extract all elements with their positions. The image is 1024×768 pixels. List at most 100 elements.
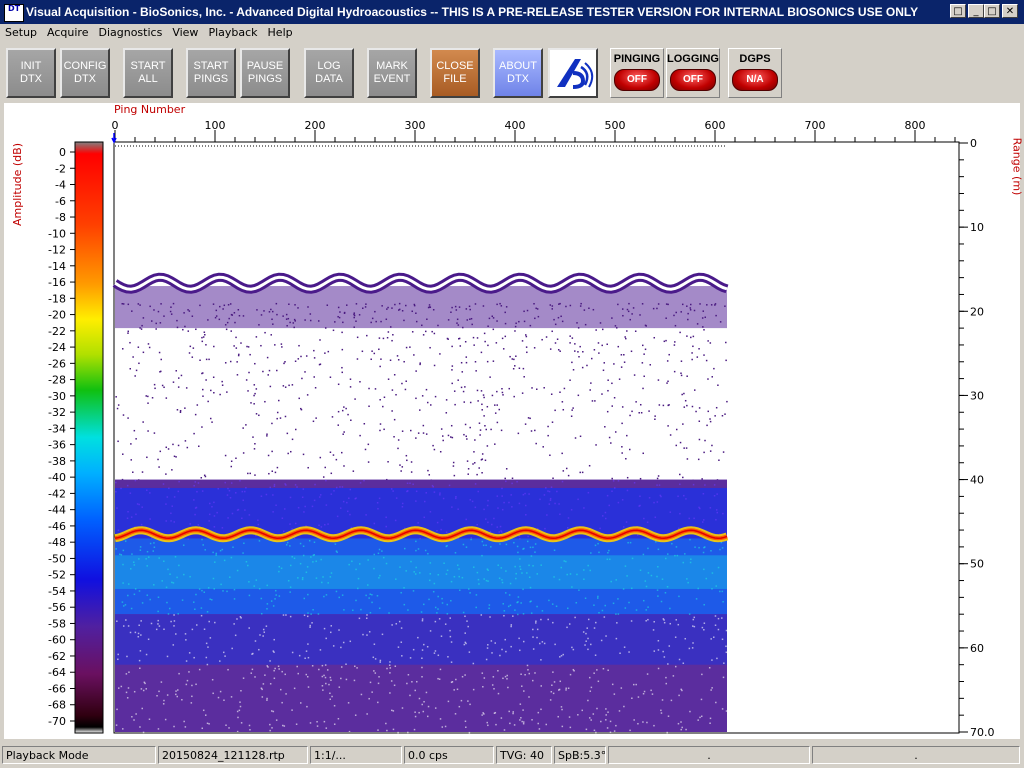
water-column-scatter [147, 343, 150, 345]
water-column-scatter [282, 385, 285, 387]
water-column-scatter [579, 345, 581, 348]
water-column-scatter [696, 323, 699, 325]
water-column-scatter [549, 304, 552, 306]
water-column-scatter [690, 303, 692, 306]
water-column-scatter [264, 331, 266, 334]
bottom-speckle [446, 603, 449, 606]
bottom-speckle [349, 640, 352, 643]
bottom-speckle [469, 703, 471, 706]
bottom-speckle [560, 566, 563, 569]
bottom-speckle [153, 584, 155, 586]
water-column-scatter [691, 405, 694, 408]
water-column-scatter [205, 379, 207, 381]
bottom-speckle [371, 594, 373, 596]
bottom-speckle [252, 652, 254, 655]
water-column-scatter [337, 306, 340, 309]
bottom-speckle [677, 527, 680, 530]
water-column-scatter [281, 346, 283, 348]
bottom-speckle [181, 698, 183, 701]
water-column-scatter [253, 403, 255, 405]
bottom-speckle [280, 567, 283, 570]
bottom-speckle [222, 590, 224, 592]
water-column-scatter [583, 309, 586, 311]
water-column-scatter [337, 383, 340, 386]
bottom-speckle [223, 699, 225, 701]
bottom-speckle [325, 682, 327, 685]
bottom-speckle [289, 564, 292, 567]
bottom-speckle [646, 673, 649, 675]
bottom-speckle [657, 595, 659, 597]
water-column-scatter [679, 473, 681, 476]
bottom-speckle [677, 623, 680, 626]
water-column-scatter [522, 367, 525, 370]
water-column-scatter [349, 378, 352, 380]
water-column-scatter [502, 394, 504, 396]
bottom-speckle [491, 523, 493, 526]
bottom-speckle [674, 665, 677, 668]
water-column-scatter [163, 386, 165, 389]
bottom-speckle [423, 700, 425, 703]
water-column-scatter [290, 450, 292, 453]
water-column-scatter [334, 321, 336, 323]
bottom-speckle [145, 653, 148, 656]
bottom-speckle [704, 484, 706, 486]
water-column-scatter [570, 415, 573, 417]
water-column-scatter [159, 371, 161, 373]
water-column-scatter [212, 303, 215, 305]
bottom-speckle [407, 674, 410, 676]
water-column-scatter [426, 401, 429, 404]
bottom-speckle [676, 554, 679, 557]
bottom-speckle [546, 514, 548, 516]
bottom-speckle [608, 504, 610, 507]
water-column-scatter [452, 465, 455, 467]
bottom-speckle [587, 699, 589, 702]
bottom-speckle [403, 603, 406, 606]
echogram-svg: 0-2-4-6-8-10-12-14-16-18-20-22-24-26-28-… [48, 119, 994, 739]
bottom-speckle [481, 540, 484, 543]
water-column-scatter [557, 316, 560, 319]
water-column-scatter [268, 311, 271, 313]
bottom-speckle [445, 545, 448, 548]
bottom-speckle [330, 679, 332, 681]
water-column-scatter [709, 420, 712, 423]
bottom-speckle [417, 636, 419, 639]
water-column-scatter [229, 303, 232, 305]
bottom-speckle [272, 650, 275, 652]
water-column-scatter [397, 439, 400, 441]
bottom-speckle [693, 517, 695, 520]
bottom-speckle [191, 695, 193, 698]
water-column-scatter [618, 378, 621, 380]
bottom-speckle [624, 607, 627, 609]
water-column-scatter [160, 358, 162, 361]
bottom-speckle [492, 676, 495, 678]
water-column-scatter [271, 422, 273, 425]
bottom-speckle [215, 552, 218, 555]
water-column-scatter [447, 434, 450, 437]
water-column-scatter [571, 409, 573, 411]
bottom-speckle [338, 629, 340, 631]
water-column-scatter [169, 310, 172, 313]
water-column-scatter [182, 328, 184, 331]
water-column-scatter [565, 305, 567, 308]
bottom-speckle [578, 589, 580, 591]
bottom-speckle [602, 667, 605, 670]
water-column-scatter [451, 382, 453, 385]
bottom-speckle [316, 721, 318, 723]
bottom-speckle [214, 621, 216, 624]
water-column-scatter [406, 459, 408, 462]
water-column-scatter [696, 356, 699, 358]
water-column-scatter [631, 313, 633, 315]
water-column-scatter [148, 346, 151, 349]
bottom-speckle [594, 544, 597, 547]
bottom-speckle [147, 556, 150, 558]
amplitude-tick-label: -68 [48, 699, 66, 712]
bottom-speckle [309, 626, 311, 628]
bottom-speckle [552, 692, 555, 695]
bottom-speckle [519, 719, 521, 721]
water-column-scatter [679, 441, 682, 444]
water-column-scatter [453, 390, 456, 392]
water-column-scatter [258, 414, 260, 417]
water-column-scatter [233, 312, 236, 314]
bottom-speckle [264, 674, 266, 676]
bottom-speckle [338, 686, 341, 688]
